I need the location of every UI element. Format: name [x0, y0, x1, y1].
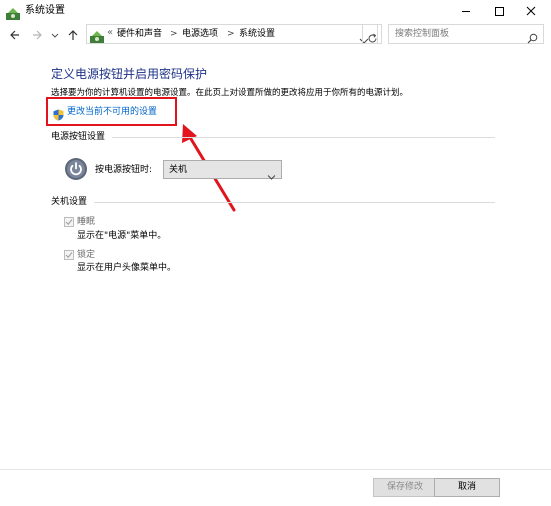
breadcrumb-separator[interactable]: >: [227, 28, 235, 40]
arrow-right-icon[interactable]: [30, 27, 44, 41]
maximize-icon[interactable]: [491, 3, 507, 19]
title-bar: 系统设置: [0, 0, 551, 22]
breadcrumb-item[interactable]: 系统设置: [239, 28, 275, 40]
control-panel-icon: [6, 5, 20, 20]
section-divider: [112, 137, 495, 138]
shield-icon[interactable]: [53, 106, 64, 121]
cancel-button[interactable]: 取消: [434, 478, 500, 497]
window-title: 系统设置: [25, 5, 65, 16]
shutdown-section-title: 关机设置: [51, 197, 88, 207]
close-icon[interactable]: [523, 3, 539, 19]
address-overflow[interactable]: «: [107, 27, 113, 38]
breadcrumb-separator[interactable]: >: [170, 28, 178, 40]
arrow-left-icon[interactable]: [8, 27, 22, 41]
search-icon[interactable]: [527, 29, 538, 44]
lock-checkbox[interactable]: [64, 250, 74, 260]
lock-description: 显示在用户头像菜单中。: [77, 263, 177, 273]
recent-locations-icon[interactable]: [50, 27, 60, 41]
change-unavailable-settings-link[interactable]: 更改当前不可用的设置: [67, 106, 157, 118]
power-icon: [64, 157, 88, 181]
control-panel-icon: [90, 28, 104, 43]
save-button[interactable]: 保存修改: [373, 478, 437, 497]
sleep-label: 睡眠: [77, 217, 96, 227]
search-input[interactable]: 搜索控制面板: [388, 24, 544, 44]
refresh-icon: [367, 29, 378, 43]
address-bar[interactable]: « 硬件和声音 > 电源选项 > 系统设置: [86, 24, 378, 44]
minimize-icon[interactable]: [458, 3, 474, 19]
select-value: 关机: [169, 165, 188, 175]
chevron-down-icon: [267, 166, 276, 180]
checkmark-icon: [65, 252, 73, 259]
checkmark-icon: [65, 219, 73, 226]
footer-divider: [0, 469, 551, 470]
search-placeholder: 搜索控制面板: [395, 29, 450, 39]
section-divider: [94, 202, 495, 203]
power-button-action-select[interactable]: 关机: [163, 160, 282, 180]
power-section-title: 电源按钮设置: [51, 132, 106, 142]
breadcrumb-item[interactable]: 电源选项: [182, 28, 218, 40]
lock-label: 锁定: [77, 250, 96, 260]
arrow-up-icon[interactable]: [66, 27, 80, 41]
sleep-description: 显示在"电源"菜单中。: [77, 231, 167, 241]
power-button-label: 按电源按钮时:: [95, 165, 153, 175]
refresh-button[interactable]: [362, 24, 382, 44]
navigation-bar: « 硬件和声音 > 电源选项 > 系统设置 搜索控制面板: [0, 24, 551, 46]
breadcrumb-item[interactable]: 硬件和声音: [117, 28, 162, 40]
page-title: 定义电源按钮并启用密码保护: [51, 67, 208, 81]
sleep-checkbox[interactable]: [64, 217, 74, 227]
